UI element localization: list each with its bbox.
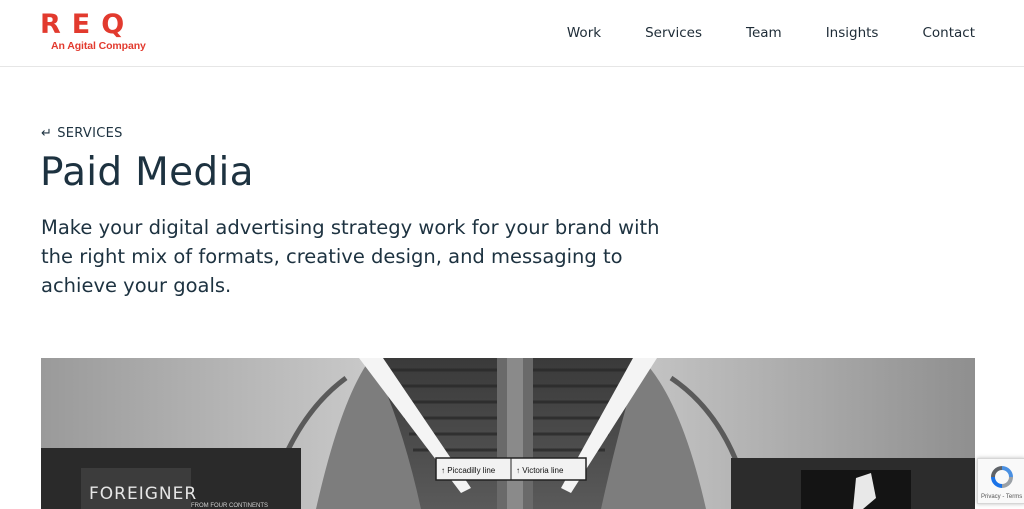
breadcrumb-services[interactable]: ↵ SERVICES: [41, 126, 123, 141]
poster-foreigner-title: FOREIGNER: [89, 484, 197, 504]
recaptcha-badge[interactable]: Privacy - Terms: [977, 458, 1024, 504]
nav-item-team[interactable]: Team: [746, 25, 782, 41]
sign-piccadilly-line: ↑ Piccadilly line: [441, 466, 496, 475]
page-lead: Make your digital advertising strategy w…: [41, 216, 660, 297]
hero-photo-tube-station: ↑ Piccadilly line ↑ Victoria line FOREIG…: [41, 358, 975, 509]
sign-victoria-line: ↑ Victoria line: [516, 466, 564, 475]
recaptcha-icon: [991, 466, 1013, 488]
nav-item-contact[interactable]: Contact: [922, 25, 975, 41]
logo-tagline: An Agital Company: [51, 40, 146, 52]
main-nav: Work Services Team Insights Contact: [523, 0, 975, 66]
breadcrumb-label: SERVICES: [57, 126, 123, 141]
req-logo[interactable]: REQ An Agital Company: [40, 11, 150, 55]
return-arrow-icon: ↵: [41, 126, 53, 141]
nav-item-services[interactable]: Services: [645, 25, 702, 41]
site-header: REQ An Agital Company Work Services Team…: [0, 0, 1024, 67]
poster-foreigner-sub: FROM FOUR CONTINENTS: [191, 503, 268, 509]
recaptcha-text: Privacy - Terms: [981, 494, 1023, 500]
nav-item-work[interactable]: Work: [567, 25, 601, 41]
logo-wordmark: REQ: [40, 9, 136, 40]
page-title: Paid Media: [40, 150, 254, 195]
nav-item-insights[interactable]: Insights: [826, 25, 879, 41]
